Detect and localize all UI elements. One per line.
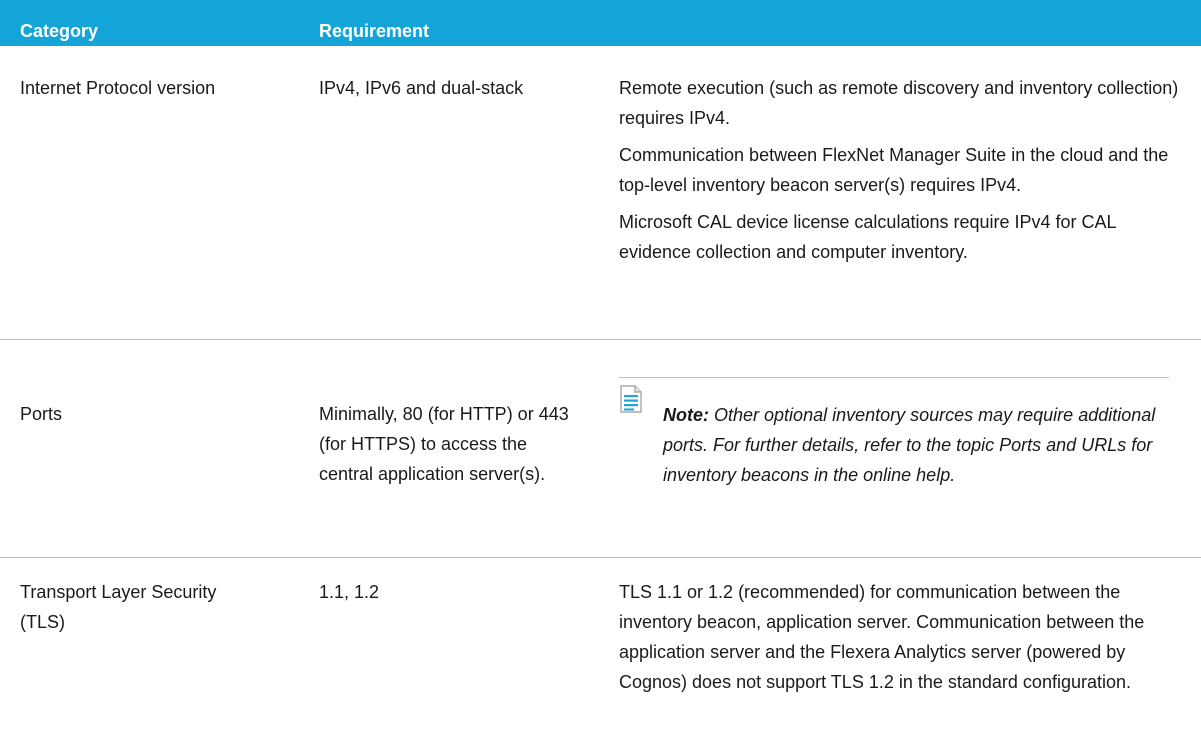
ports-note: Note: Other optional inventory sources m… bbox=[663, 400, 1163, 490]
row-tls-category: Transport Layer Security (TLS) bbox=[20, 582, 217, 632]
tls-note-1: TLS 1.1 or 1.2 (recommended) for communi… bbox=[619, 582, 1145, 692]
row-ip-requirement: IPv4, IPv6 and dual-stack bbox=[319, 78, 524, 98]
header-requirement: Requirement bbox=[319, 21, 430, 41]
row-divider bbox=[0, 557, 1201, 558]
row-ports-requirement: Minimally, 80 (for HTTP) or 443 (for HTT… bbox=[319, 404, 569, 484]
row-ip-category: Internet Protocol version bbox=[20, 78, 216, 98]
row-ip-notes: Remote execution (such as remote discove… bbox=[619, 73, 1179, 274]
row-ports-category: Ports bbox=[20, 404, 63, 424]
row-tls-requirement: 1.1, 1.2 bbox=[319, 582, 380, 602]
document-note-icon bbox=[620, 385, 642, 413]
table-header: Category Requirement bbox=[0, 0, 1201, 46]
ip-note-3: Microsoft CAL device license calculation… bbox=[619, 212, 1116, 262]
note-body: Other optional inventory sources may req… bbox=[663, 405, 1156, 485]
row-tls-notes: TLS 1.1 or 1.2 (recommended) for communi… bbox=[619, 577, 1179, 704]
row-divider bbox=[0, 339, 1201, 340]
ip-note-1: Remote execution (such as remote discove… bbox=[619, 78, 1179, 128]
ip-note-2: Communication between FlexNet Manager Su… bbox=[619, 145, 1169, 195]
header-category: Category bbox=[20, 21, 99, 41]
note-label: Note: bbox=[663, 405, 709, 425]
note-top-rule bbox=[619, 377, 1169, 378]
